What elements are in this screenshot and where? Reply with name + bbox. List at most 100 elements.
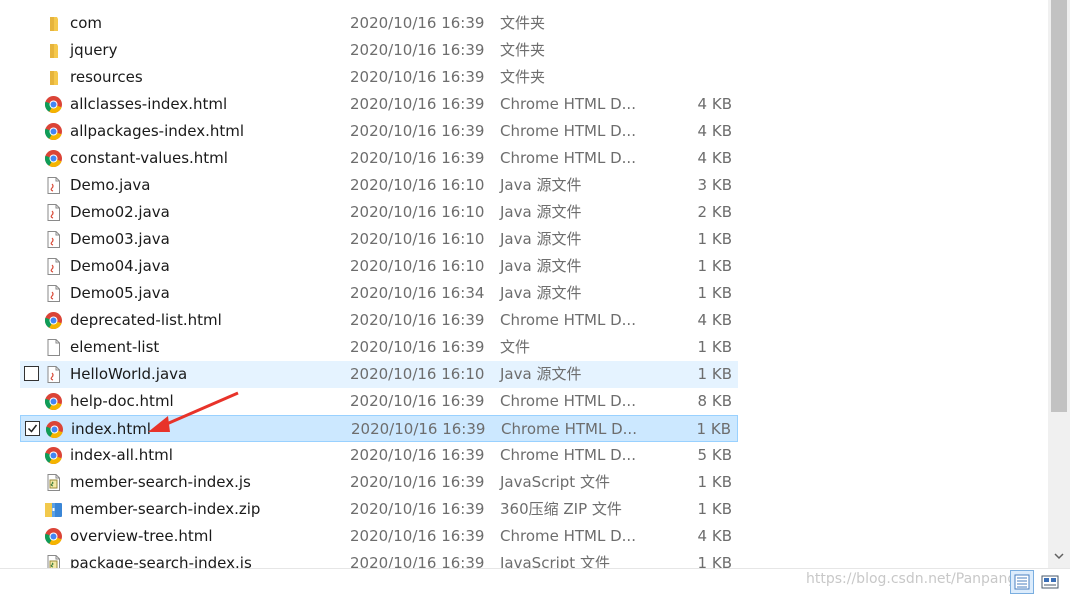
file-type: Chrome HTML D... xyxy=(500,527,636,545)
file-type: Chrome HTML D... xyxy=(500,392,636,410)
chrome-icon xyxy=(44,122,63,141)
file-size: 1 KB xyxy=(697,554,732,568)
js-file-icon xyxy=(44,473,63,492)
file-date-modified: 2020/10/16 16:39 xyxy=(350,311,485,329)
file-date-modified: 2020/10/16 16:39 xyxy=(350,149,485,167)
file-name[interactable]: Demo04.java xyxy=(70,253,170,280)
file-name[interactable]: index-all.html xyxy=(70,442,173,469)
file-name[interactable]: Demo02.java xyxy=(70,199,170,226)
file-name[interactable]: Demo.java xyxy=(70,172,151,199)
blank-file-icon xyxy=(44,338,63,357)
file-type: 360压缩 ZIP 文件 xyxy=(500,500,622,518)
file-name[interactable]: Demo03.java xyxy=(70,226,170,253)
large-icons-view-icon xyxy=(1041,575,1059,589)
file-date-modified: 2020/10/16 16:39 xyxy=(350,122,485,140)
file-name[interactable]: allclasses-index.html xyxy=(70,91,227,118)
file-type: Chrome HTML D... xyxy=(500,95,636,113)
file-name[interactable]: index.html xyxy=(71,416,151,443)
file-size: 4 KB xyxy=(697,122,732,140)
file-type: 文件 xyxy=(500,338,531,356)
file-row[interactable]: index-all.html 2020/10/16 16:39 Chrome HTM… xyxy=(20,442,738,469)
file-size: 1 KB xyxy=(697,500,732,518)
java-file-icon xyxy=(44,203,63,222)
scroll-down-arrow-icon[interactable] xyxy=(1048,546,1070,566)
file-row[interactable]: allclasses-index.html 2020/10/16 16:39 Chr… xyxy=(20,91,738,118)
details-view-button[interactable] xyxy=(1010,570,1034,594)
file-row[interactable]: help-doc.html 2020/10/16 16:39 Chrome HTML… xyxy=(20,388,738,415)
file-size: 8 KB xyxy=(697,392,732,410)
file-size: 4 KB xyxy=(697,95,732,113)
file-type: Java 源文件 xyxy=(500,365,582,383)
file-row[interactable]: member-search-index.js 2020/10/16 16:39 Ja… xyxy=(20,469,738,496)
java-file-icon xyxy=(44,284,63,303)
file-row[interactable]: member-search-index.zip 2020/10/16 16:39 3… xyxy=(20,496,738,523)
file-name[interactable]: package-search-index.js xyxy=(70,550,252,568)
file-name[interactable]: help-doc.html xyxy=(70,388,174,415)
file-row[interactable]: Demo04.java 2020/10/16 16:10 Java 源文件 1 KB xyxy=(20,253,738,280)
file-date-modified: 2020/10/16 16:10 xyxy=(350,176,485,194)
file-list[interactable]: com 2020/10/16 16:39 文件夹 jquery 2020/10/16 1… xyxy=(0,0,1048,568)
vertical-scrollbar[interactable] xyxy=(1048,0,1070,568)
file-row[interactable]: Demo03.java 2020/10/16 16:10 Java 源文件 1 KB xyxy=(20,226,738,253)
file-date-modified: 2020/10/16 16:34 xyxy=(350,284,485,302)
file-row[interactable]: resources 2020/10/16 16:39 文件夹 xyxy=(20,64,738,91)
file-name[interactable]: overview-tree.html xyxy=(70,523,213,550)
file-size: 1 KB xyxy=(697,284,732,302)
file-row[interactable]: deprecated-list.html 2020/10/16 16:39 Chro… xyxy=(20,307,738,334)
scrollbar-thumb[interactable] xyxy=(1051,0,1067,412)
file-row[interactable]: Demo.java 2020/10/16 16:10 Java 源文件 3 KB xyxy=(20,172,738,199)
file-date-modified: 2020/10/16 16:39 xyxy=(350,338,485,356)
file-type: Java 源文件 xyxy=(500,257,582,275)
file-name[interactable]: HelloWorld.java xyxy=(70,361,187,388)
java-file-icon xyxy=(44,176,63,195)
file-name[interactable]: constant-values.html xyxy=(70,145,228,172)
file-type: Chrome HTML D... xyxy=(500,446,636,464)
file-date-modified: 2020/10/16 16:39 xyxy=(350,500,485,518)
file-row[interactable]: Demo05.java 2020/10/16 16:34 Java 源文件 1 KB xyxy=(20,280,738,307)
file-row[interactable]: HelloWorld.java 2020/10/16 16:10 Java 源文件 1… xyxy=(20,361,738,388)
file-name[interactable]: Demo05.java xyxy=(70,280,170,307)
file-row[interactable]: element-list 2020/10/16 16:39 文件 1 KB xyxy=(20,334,738,361)
file-row[interactable]: allpackages-index.html 2020/10/16 16:39 Ch… xyxy=(20,118,738,145)
folder-icon xyxy=(44,41,63,60)
file-name[interactable]: deprecated-list.html xyxy=(70,307,222,334)
file-size: 1 KB xyxy=(697,257,732,275)
folder-icon xyxy=(44,14,63,33)
file-name[interactable]: jquery xyxy=(70,37,117,64)
unchecked-checkbox[interactable] xyxy=(24,366,39,381)
file-size: 1 KB xyxy=(697,230,732,248)
file-row[interactable]: Demo02.java 2020/10/16 16:10 Java 源文件 2 KB xyxy=(20,199,738,226)
file-name[interactable]: allpackages-index.html xyxy=(70,118,244,145)
folder-icon xyxy=(44,68,63,87)
chrome-icon xyxy=(44,527,63,546)
file-date-modified: 2020/10/16 16:39 xyxy=(350,41,485,59)
file-row[interactable]: overview-tree.html 2020/10/16 16:39 Chrome… xyxy=(20,523,738,550)
file-name[interactable]: element-list xyxy=(70,334,159,361)
file-name[interactable]: member-search-index.js xyxy=(70,469,251,496)
file-row[interactable]: jquery 2020/10/16 16:39 文件夹 xyxy=(20,37,738,64)
chrome-icon xyxy=(44,446,63,465)
file-type: Chrome HTML D... xyxy=(500,149,636,167)
java-file-icon xyxy=(44,230,63,249)
file-name[interactable]: member-search-index.zip xyxy=(70,496,260,523)
file-row[interactable]: constant-values.html 2020/10/16 16:39 Chro… xyxy=(20,145,738,172)
file-date-modified: 2020/10/16 16:10 xyxy=(350,203,485,221)
file-type: Chrome HTML D... xyxy=(500,311,636,329)
file-name[interactable]: com xyxy=(70,10,102,37)
checked-checkbox[interactable] xyxy=(25,421,40,436)
file-type: JavaScript 文件 xyxy=(500,554,610,568)
js-file-icon xyxy=(44,554,63,568)
file-size: 1 KB xyxy=(697,473,732,491)
file-name[interactable]: resources xyxy=(70,64,143,91)
file-row[interactable]: index.html 2020/10/16 16:39 Chrome HTML D.… xyxy=(20,415,738,442)
file-date-modified: 2020/10/16 16:39 xyxy=(350,392,485,410)
file-row[interactable]: com 2020/10/16 16:39 文件夹 xyxy=(20,10,738,37)
file-size: 1 KB xyxy=(697,365,732,383)
file-row[interactable]: package-search-index.js 2020/10/16 16:39 J… xyxy=(20,550,738,568)
file-date-modified: 2020/10/16 16:39 xyxy=(350,95,485,113)
file-type: 文件夹 xyxy=(500,14,546,32)
file-type: Java 源文件 xyxy=(500,284,582,302)
large-icons-view-button[interactable] xyxy=(1038,570,1062,594)
java-file-icon xyxy=(44,257,63,276)
chrome-icon xyxy=(44,392,63,411)
